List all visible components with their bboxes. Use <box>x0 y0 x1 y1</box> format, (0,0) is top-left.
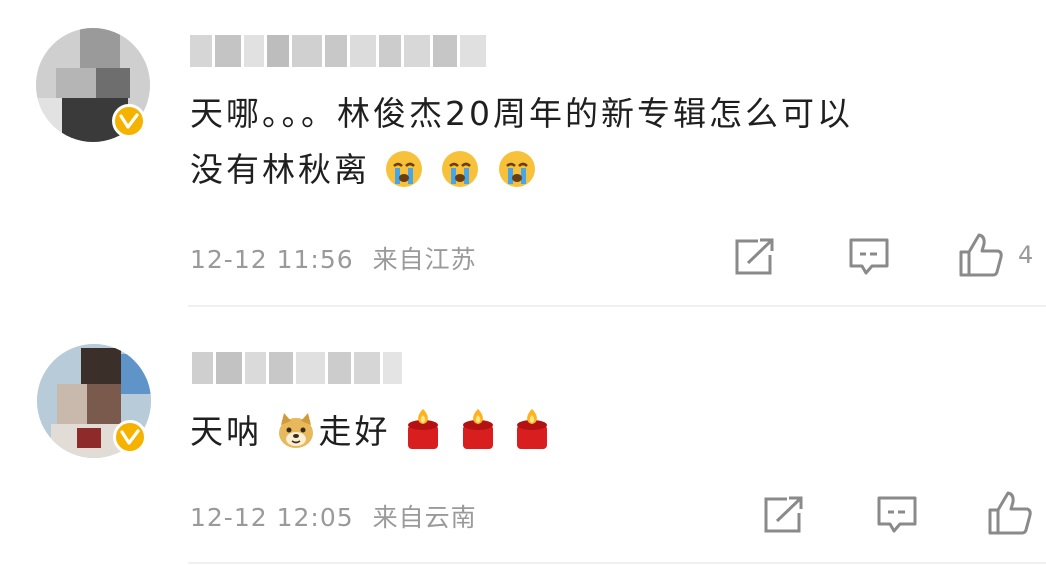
comment-meta: 12-12 12:05 来自云南 <box>190 498 477 534</box>
crying-face-icon <box>385 151 422 187</box>
like-button[interactable]: 4 <box>958 232 1033 278</box>
comment-date: 12-12 11:56 <box>190 245 354 274</box>
comment-item: 天呐 走好 12-12 12:05 来自云南 <box>0 306 1046 565</box>
verified-badge-icon <box>113 420 147 454</box>
comment-text: 天呐 走好 <box>190 404 554 460</box>
thumbs-up-icon <box>988 491 1032 535</box>
comment-text-b: 走好 <box>318 412 391 451</box>
comment-text-line2: 没有林秋离 <box>190 150 370 189</box>
candle-icon <box>408 409 438 449</box>
reply-button[interactable] <box>848 236 890 278</box>
comment-text: 天哪。。。林俊杰20周年的新专辑怎么可以 没有林秋离 <box>190 86 853 198</box>
comment-text-line1: 天哪。。。林俊杰20周年的新专辑怎么可以 <box>190 94 853 133</box>
comment-location: 来自江苏 <box>372 245 477 274</box>
comment-date: 12-12 12:05 <box>190 503 354 532</box>
comment-text-a: 天呐 <box>190 412 262 451</box>
reply-button[interactable] <box>876 494 918 536</box>
crying-face-icon <box>442 151 478 187</box>
comment-location: 来自云南 <box>372 503 477 532</box>
repost-button[interactable] <box>734 237 776 277</box>
candle-icon <box>517 409 547 449</box>
username-redacted[interactable] <box>190 35 495 67</box>
crying-face-icon <box>498 151 535 187</box>
candle-icon <box>462 409 493 449</box>
comment-icon <box>849 238 889 275</box>
username-redacted[interactable] <box>192 352 402 384</box>
repost-button[interactable] <box>763 495 805 535</box>
like-count: 4 <box>1018 241 1034 269</box>
verified-badge-icon <box>112 104 146 138</box>
share-icon <box>735 238 774 275</box>
doge-face-icon <box>278 413 313 448</box>
like-button[interactable] <box>987 490 1033 536</box>
comment-meta: 12-12 11:56 来自江苏 <box>190 240 477 276</box>
comment-item: 天哪。。。林俊杰20周年的新专辑怎么可以 没有林秋离 12-12 11:56 来… <box>0 0 1046 306</box>
share-icon <box>764 496 803 533</box>
comment-icon <box>877 496 917 533</box>
comment-divider <box>188 562 1046 564</box>
thumbs-up-icon <box>959 233 1003 277</box>
